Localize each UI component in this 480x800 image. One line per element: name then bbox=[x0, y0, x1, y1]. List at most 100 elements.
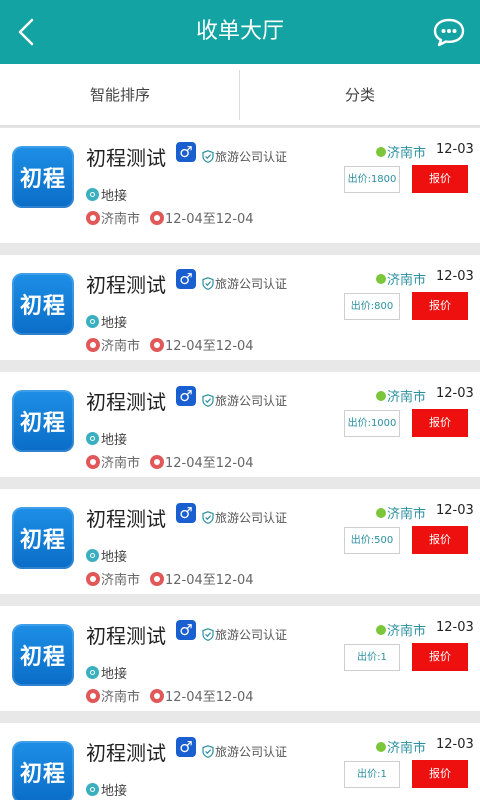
departure-city: 济南市 bbox=[86, 686, 140, 705]
clock-icon bbox=[86, 666, 99, 679]
tab-category[interactable]: 分类 bbox=[240, 64, 480, 126]
location-pin-icon bbox=[86, 454, 100, 469]
quote-button[interactable]: 报价 bbox=[412, 643, 468, 671]
location-label: 济南市 bbox=[387, 146, 427, 161]
company-logo: 初程 bbox=[12, 273, 74, 335]
certification-badge: 旅游公司认证 bbox=[202, 743, 287, 760]
certification-label: 旅游公司认证 bbox=[215, 745, 288, 759]
order-location: 济南市 bbox=[376, 142, 426, 161]
city-label: 济南市 bbox=[101, 456, 141, 471]
service-type: 地接 bbox=[86, 312, 127, 331]
certification-label: 旅游公司认证 bbox=[215, 628, 288, 642]
quote-button[interactable]: 报价 bbox=[412, 165, 468, 193]
company-logo: 初程 bbox=[12, 624, 74, 686]
certification-badge: 旅游公司认证 bbox=[202, 626, 287, 643]
certification-label: 旅游公司认证 bbox=[215, 277, 288, 291]
location-label: 济南市 bbox=[387, 390, 427, 405]
quote-button[interactable]: 报价 bbox=[412, 526, 468, 554]
online-dot-icon bbox=[376, 273, 386, 284]
order-card[interactable]: 初程 初程测试 ♂ 旅游公司认证 地接 济南市 12-04至12-04 济南市 … bbox=[0, 477, 480, 594]
location-pin-icon bbox=[86, 337, 100, 352]
order-location: 济南市 bbox=[376, 620, 426, 639]
clock-icon bbox=[86, 783, 99, 796]
departure-city: 济南市 bbox=[86, 569, 140, 588]
male-icon: ♂ bbox=[176, 503, 196, 523]
shield-check-icon bbox=[202, 511, 214, 524]
shield-check-icon bbox=[202, 394, 214, 407]
date-range: 12-04至12-04 bbox=[150, 452, 254, 471]
order-card[interactable]: 初程 初程测试 ♂ 旅游公司认证 地接 济南市 12-04至12-04 济南市 … bbox=[0, 360, 480, 477]
service-type: 地接 bbox=[86, 663, 127, 682]
location-pin-icon bbox=[86, 210, 100, 225]
date-range-label: 12-04至12-04 bbox=[165, 690, 254, 705]
service-type: 地接 bbox=[86, 546, 127, 565]
sort-tabs: 智能排序 分类 bbox=[0, 64, 480, 126]
order-name: 初程测试 bbox=[86, 390, 166, 414]
page-title: 收单大厅 bbox=[195, 19, 284, 44]
date-range-label: 12-04至12-04 bbox=[165, 212, 254, 227]
company-logo: 初程 bbox=[12, 146, 74, 208]
service-label: 地接 bbox=[101, 550, 128, 565]
date-range-label: 12-04至12-04 bbox=[165, 573, 254, 588]
certification-label: 旅游公司认证 bbox=[215, 150, 288, 164]
bid-price: 出价:1 bbox=[344, 644, 400, 671]
order-name: 初程测试 bbox=[86, 624, 166, 648]
chat-bubble-icon bbox=[433, 18, 465, 47]
online-dot-icon bbox=[376, 507, 386, 518]
shield-check-icon bbox=[202, 628, 214, 641]
date-range: 12-04至12-04 bbox=[150, 335, 254, 354]
order-location: 济南市 bbox=[376, 386, 426, 405]
city-label: 济南市 bbox=[101, 573, 141, 588]
shield-check-icon bbox=[202, 150, 214, 163]
date-range: 12-04至12-04 bbox=[150, 208, 254, 227]
order-card[interactable]: 初程 初程测试 ♂ 旅游公司认证 地接 济南市 12-04至12-04 济南市 … bbox=[0, 594, 480, 711]
message-button[interactable] bbox=[432, 16, 466, 48]
service-type: 地接 bbox=[86, 185, 127, 204]
order-location: 济南市 bbox=[376, 737, 426, 756]
service-type: 地接 bbox=[86, 780, 127, 799]
quote-button[interactable]: 报价 bbox=[412, 292, 468, 320]
company-logo: 初程 bbox=[12, 390, 74, 452]
location-label: 济南市 bbox=[387, 507, 427, 522]
online-dot-icon bbox=[376, 741, 386, 752]
service-label: 地接 bbox=[101, 784, 128, 799]
order-card[interactable]: 初程 初程测试 ♂ 旅游公司认证 地接 济南市 12-04至12-04 济南市 … bbox=[0, 126, 480, 243]
order-location: 济南市 bbox=[376, 503, 426, 522]
certification-label: 旅游公司认证 bbox=[215, 511, 288, 525]
quote-button[interactable]: 报价 bbox=[412, 409, 468, 437]
city-label: 济南市 bbox=[101, 212, 141, 227]
tab-smart-sort[interactable]: 智能排序 bbox=[0, 64, 240, 126]
clock-icon bbox=[86, 188, 99, 201]
order-date: 12-03 bbox=[436, 386, 474, 401]
bid-price: 出价:800 bbox=[344, 293, 400, 320]
clock-icon bbox=[86, 432, 99, 445]
date-range-label: 12-04至12-04 bbox=[165, 339, 254, 354]
certification-label: 旅游公司认证 bbox=[215, 394, 288, 408]
clock-icon bbox=[86, 549, 99, 562]
calendar-pin-icon bbox=[150, 571, 164, 586]
order-date: 12-03 bbox=[436, 620, 474, 635]
order-card[interactable]: 初程 初程测试 ♂ 旅游公司认证 地接 济南市 12-04至12-04 济南市 … bbox=[0, 711, 480, 800]
male-icon: ♂ bbox=[176, 269, 196, 289]
departure-city: 济南市 bbox=[86, 208, 140, 227]
calendar-pin-icon bbox=[150, 454, 164, 469]
order-date: 12-03 bbox=[436, 269, 474, 284]
order-list: 初程 初程测试 ♂ 旅游公司认证 地接 济南市 12-04至12-04 济南市 … bbox=[0, 126, 480, 800]
order-name: 初程测试 bbox=[86, 741, 166, 765]
order-date: 12-03 bbox=[436, 142, 474, 157]
location-pin-icon bbox=[86, 571, 100, 586]
order-card[interactable]: 初程 初程测试 ♂ 旅游公司认证 地接 济南市 12-04至12-04 济南市 … bbox=[0, 243, 480, 360]
bid-price: 出价:1000 bbox=[344, 410, 400, 437]
order-name: 初程测试 bbox=[86, 273, 166, 297]
service-label: 地接 bbox=[101, 189, 128, 204]
order-name: 初程测试 bbox=[86, 146, 166, 170]
city-label: 济南市 bbox=[101, 690, 141, 705]
service-type: 地接 bbox=[86, 429, 127, 448]
clock-icon bbox=[86, 315, 99, 328]
bid-price: 出价:1800 bbox=[344, 166, 400, 193]
bid-price: 出价:500 bbox=[344, 527, 400, 554]
certification-badge: 旅游公司认证 bbox=[202, 392, 287, 409]
male-icon: ♂ bbox=[176, 737, 196, 757]
male-icon: ♂ bbox=[176, 386, 196, 406]
quote-button[interactable]: 报价 bbox=[412, 760, 468, 788]
